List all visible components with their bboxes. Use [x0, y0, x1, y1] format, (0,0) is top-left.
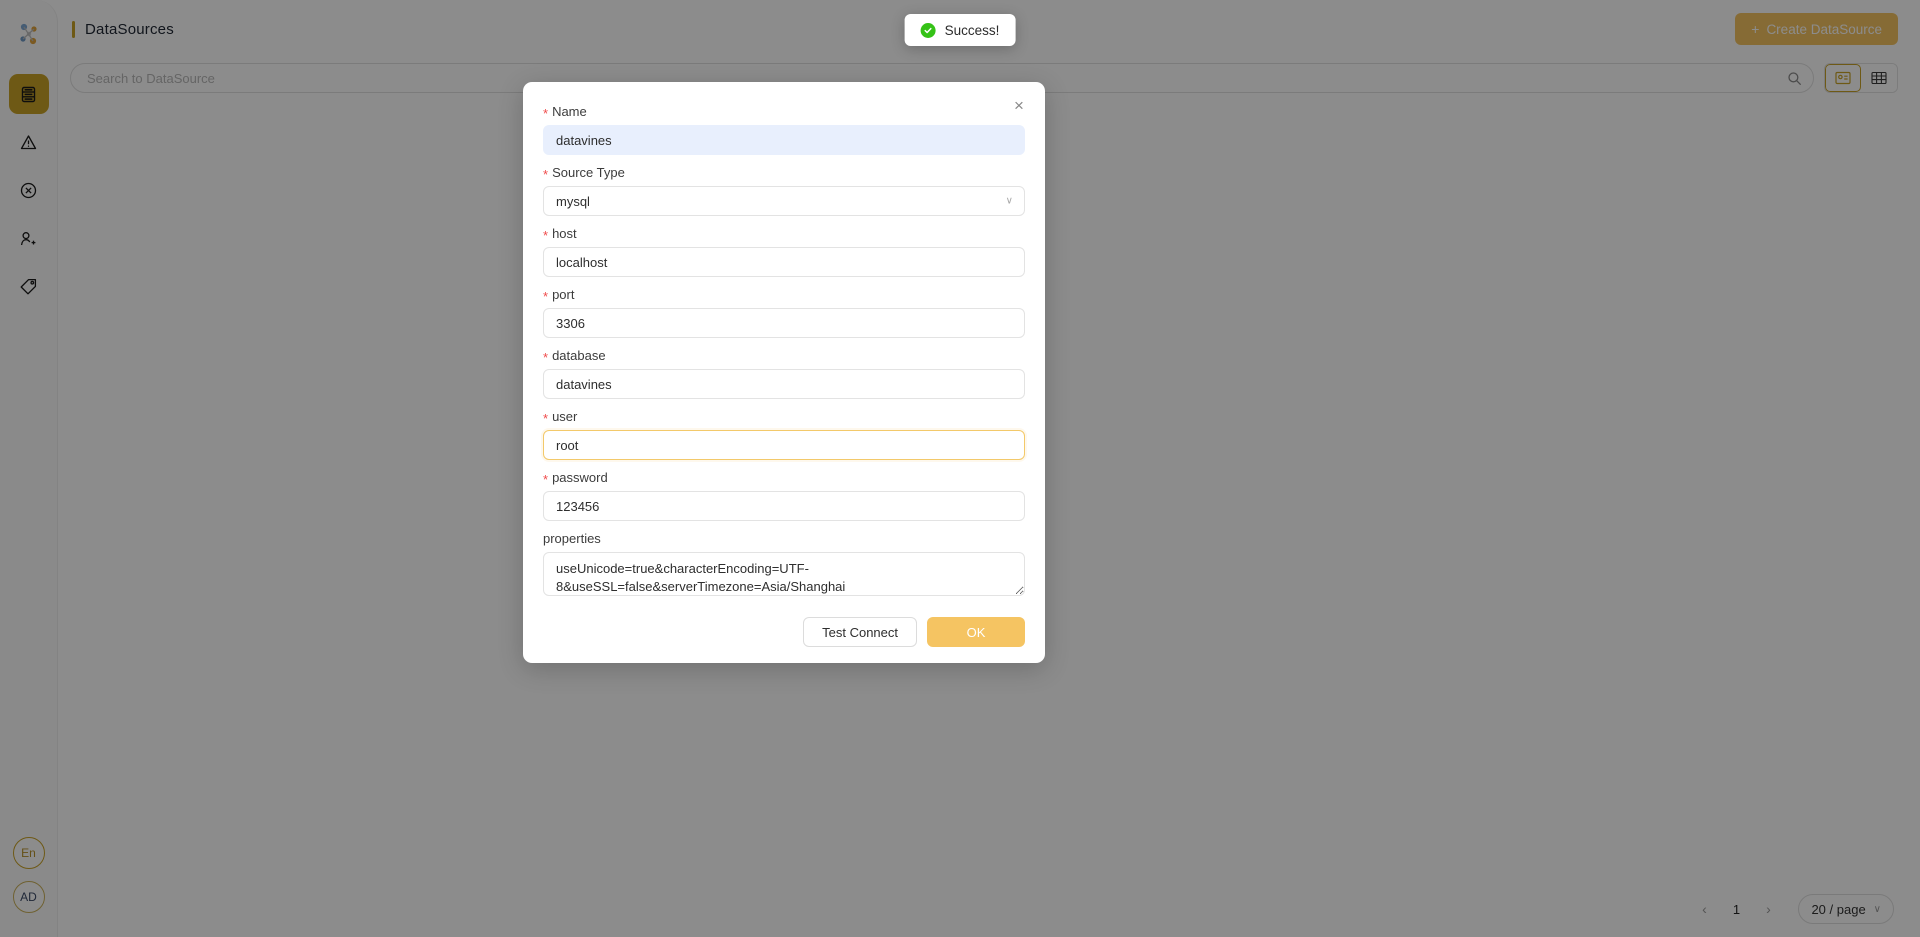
test-connect-button[interactable]: Test Connect: [803, 617, 917, 647]
field-password: * password: [543, 470, 1025, 521]
required-star-icon: *: [543, 350, 549, 365]
field-password-label: * password: [543, 470, 1025, 487]
field-port-label-text: port: [552, 287, 575, 302]
field-host-label: * host: [543, 226, 1025, 243]
required-star-icon: *: [543, 289, 549, 304]
required-star-icon: *: [543, 411, 549, 426]
field-user-label-text: user: [552, 409, 578, 424]
field-source-type-label-text: Source Type: [552, 165, 625, 180]
required-star-icon: *: [543, 228, 549, 243]
create-datasource-modal: × * Name * Source Type ∨ * host * port: [523, 82, 1045, 663]
password-input[interactable]: [543, 491, 1025, 521]
field-properties-label-text: properties: [543, 531, 601, 546]
field-host: * host: [543, 226, 1025, 277]
source-type-select[interactable]: [543, 186, 1025, 216]
field-properties: properties useUnicode=true&characterEnco…: [543, 531, 1025, 601]
source-type-select-wrap[interactable]: ∨: [543, 186, 1025, 216]
properties-textarea[interactable]: useUnicode=true&characterEncoding=UTF-8&…: [543, 552, 1025, 596]
field-name: * Name: [543, 104, 1025, 155]
required-star-icon: *: [543, 472, 549, 487]
field-source-type: * Source Type ∨: [543, 165, 1025, 216]
ok-button[interactable]: OK: [927, 617, 1025, 647]
field-name-label: * Name: [543, 104, 1025, 121]
toast-message: Success!: [944, 22, 1000, 38]
field-database-label: * database: [543, 348, 1025, 365]
field-database: * database: [543, 348, 1025, 399]
modal-footer: Test Connect OK: [543, 617, 1025, 647]
success-check-icon: [920, 22, 936, 38]
field-host-label-text: host: [552, 226, 577, 241]
field-user-label: * user: [543, 409, 1025, 426]
user-input[interactable]: [543, 430, 1025, 460]
required-star-icon: *: [543, 167, 549, 182]
host-input[interactable]: [543, 247, 1025, 277]
field-port-label: * port: [543, 287, 1025, 304]
name-input[interactable]: [543, 125, 1025, 155]
field-name-label-text: Name: [552, 104, 587, 119]
close-icon[interactable]: ×: [1009, 96, 1029, 116]
port-input[interactable]: [543, 308, 1025, 338]
field-user: * user: [543, 409, 1025, 460]
field-properties-label: properties: [543, 531, 1025, 546]
field-port: * port: [543, 287, 1025, 338]
success-toast: Success!: [904, 14, 1016, 46]
database-input[interactable]: [543, 369, 1025, 399]
field-source-type-label: * Source Type: [543, 165, 1025, 182]
required-star-icon: *: [543, 106, 549, 121]
field-password-label-text: password: [552, 470, 608, 485]
field-database-label-text: database: [552, 348, 606, 363]
